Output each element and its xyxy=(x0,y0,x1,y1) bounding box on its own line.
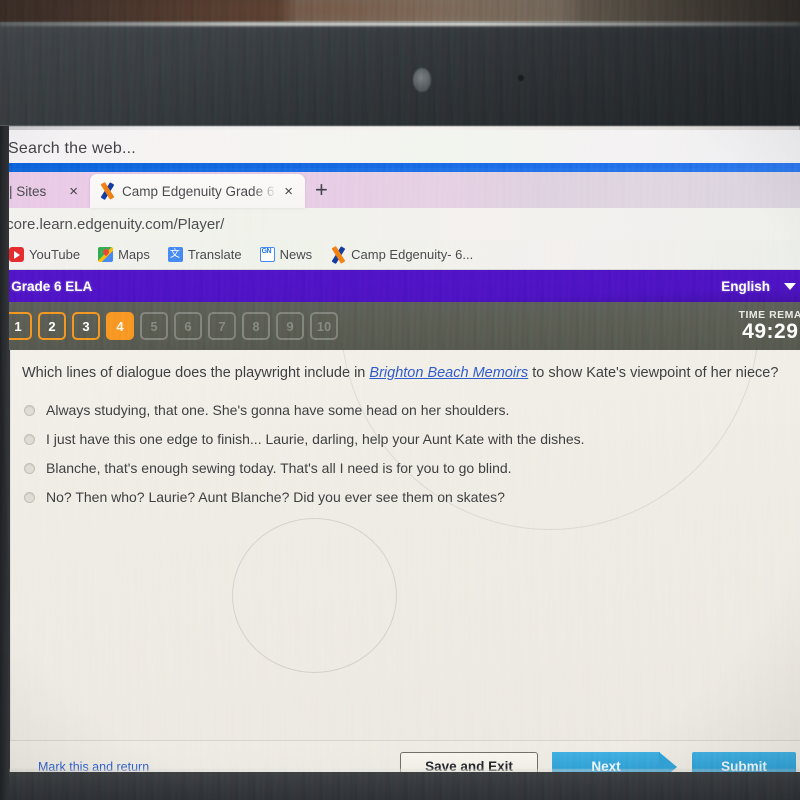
question-number-3[interactable]: 3 xyxy=(72,312,100,340)
question-number-5[interactable]: 5 xyxy=(140,312,168,340)
google-translate-icon xyxy=(167,245,183,262)
radio-button-icon[interactable] xyxy=(24,433,35,445)
question-panel: Which lines of dialogue does the playwri… xyxy=(10,350,800,792)
answer-choice-list: Always studying, that one. She's gonna h… xyxy=(10,384,800,513)
google-news-icon xyxy=(259,247,275,262)
edgenuity-x-icon xyxy=(330,245,346,264)
page-title: y Grade 6 ELA xyxy=(0,278,93,294)
question-number-6[interactable]: 6 xyxy=(174,312,202,340)
answer-choice-label: No? Then who? Laurie? Aunt Blanche? Did … xyxy=(46,489,505,506)
close-icon[interactable]: × xyxy=(66,184,81,199)
bookmark-news[interactable]: News xyxy=(251,247,322,262)
bookmark-label: Camp Edgenuity- 6... xyxy=(351,247,474,262)
content-panel-wrapper: Which lines of dialogue does the playwri… xyxy=(0,350,800,792)
browser-address-bar[interactable]: .core.learn.edgenuity.com/Player/ xyxy=(0,208,800,240)
tab-label: Camp Edgenuity Grade 6 ELA - E xyxy=(122,183,275,199)
question-prefix: Which lines of dialogue does the playwri… xyxy=(22,365,370,381)
question-text: Which lines of dialogue does the playwri… xyxy=(10,350,800,384)
chevron-down-icon[interactable] xyxy=(784,282,796,290)
timer-value: 49:29 xyxy=(742,319,799,343)
radio-button-icon[interactable] xyxy=(24,492,35,504)
bookmark-translate[interactable]: Translate xyxy=(159,245,251,262)
bookmark-label: Translate xyxy=(187,247,242,262)
bookmark-maps[interactable]: Maps xyxy=(89,247,159,262)
language-selector[interactable]: English xyxy=(721,279,800,294)
radio-button-icon[interactable] xyxy=(24,462,35,474)
answer-choice-a[interactable]: Always studying, that one. She's gonna h… xyxy=(24,396,800,425)
question-work-link[interactable]: Brighton Beach Memoirs xyxy=(369,365,528,381)
photo-of-laptop-screen: Search the web... | Sites × Camp Edgenui… xyxy=(0,0,800,800)
laptop-screen: Search the web... | Sites × Camp Edgenui… xyxy=(0,130,800,800)
radio-button-icon[interactable] xyxy=(24,404,35,416)
answer-choice-d[interactable]: No? Then who? Laurie? Aunt Blanche? Did … xyxy=(24,483,800,512)
question-number-9[interactable]: 9 xyxy=(276,312,304,340)
question-suffix: to show Kate's viewpoint of her niece? xyxy=(528,365,779,381)
bookmark-label: YouTube xyxy=(29,247,81,262)
bookmark-youtube[interactable]: YouTube xyxy=(0,247,89,262)
tab-label: | Sites xyxy=(9,183,47,199)
browser-tab-edgenuity[interactable]: Camp Edgenuity Grade 6 ELA - E × xyxy=(90,174,305,208)
bookmark-label: News xyxy=(279,247,313,262)
question-number-2[interactable]: 2 xyxy=(38,312,66,340)
laptop-bottom-bezel xyxy=(0,772,800,800)
bookmarks-bar: YouTube Maps Translate News Camp Edgenui… xyxy=(0,240,800,270)
question-number-7[interactable]: 7 xyxy=(208,312,236,340)
laptop-top-bezel xyxy=(0,22,800,130)
new-tab-button[interactable]: + xyxy=(305,179,338,201)
close-icon[interactable]: × xyxy=(281,184,296,199)
screen-glare-reflection xyxy=(232,518,397,673)
bookmark-camp-edgenuity[interactable]: Camp Edgenuity- 6... xyxy=(321,245,482,264)
browser-search-bar[interactable]: Search the web... xyxy=(0,130,800,168)
question-number-list: 1 2 3 4 5 6 7 8 9 10 xyxy=(4,312,338,340)
webcam-led-icon xyxy=(518,75,524,81)
question-number-10[interactable]: 10 xyxy=(310,312,338,340)
question-number-4[interactable]: 4 xyxy=(106,312,134,340)
edgenuity-x-icon xyxy=(99,182,115,200)
url-text: .core.learn.edgenuity.com/Player/ xyxy=(2,215,225,233)
screen-left-edge xyxy=(0,126,9,800)
language-label: English xyxy=(721,278,770,294)
webcam-icon xyxy=(413,68,431,92)
browser-tab-strip: | Sites × Camp Edgenuity Grade 6 ELA - E… xyxy=(0,168,800,208)
youtube-icon xyxy=(9,247,24,262)
answer-choice-c[interactable]: Blanche, that's enough sewing today. Tha… xyxy=(24,454,800,483)
question-number-8[interactable]: 8 xyxy=(242,312,270,340)
answer-choice-label: I just have this one edge to finish... L… xyxy=(46,430,585,447)
google-maps-icon xyxy=(98,247,114,262)
timer: TIME REMA 49:29 xyxy=(739,309,800,343)
answer-choice-label: Always studying, that one. She's gonna h… xyxy=(46,401,510,418)
laptop-lid-edge xyxy=(0,22,800,26)
question-navigation-bar: 1 2 3 4 5 6 7 8 9 10 TIME REMA 49:29 xyxy=(0,302,800,350)
bookmark-label: Maps xyxy=(118,247,150,262)
search-input[interactable]: Search the web... xyxy=(8,140,136,158)
app-header: y Grade 6 ELA English xyxy=(0,270,800,302)
answer-choice-label: Blanche, that's enough sewing today. Tha… xyxy=(46,459,512,476)
answer-choice-b[interactable]: I just have this one edge to finish... L… xyxy=(24,425,800,454)
browser-tab-sites[interactable]: | Sites × xyxy=(0,174,90,208)
